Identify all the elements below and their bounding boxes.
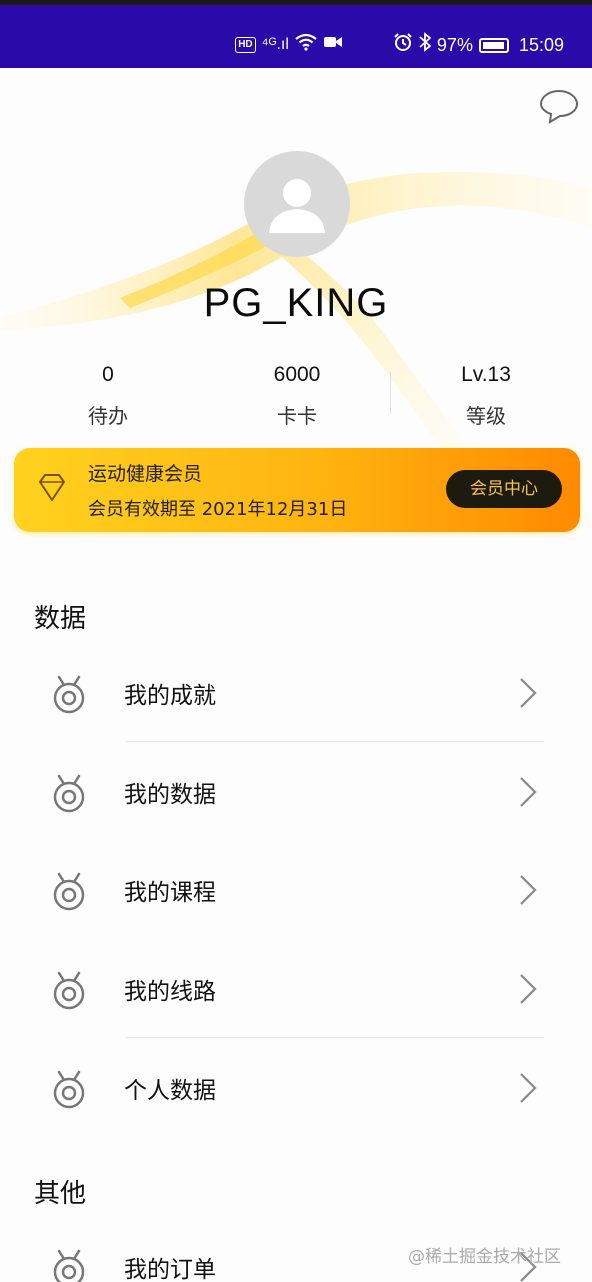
bluetooth-icon <box>419 32 432 58</box>
stat-label: 卡卡 <box>277 404 317 428</box>
wifi-icon <box>295 33 317 57</box>
stat-todo[interactable]: 0 待办 <box>28 360 188 429</box>
item-label: 我的成就 <box>124 683 216 709</box>
section-title-other: 其他 <box>34 1179 87 1209</box>
list-item-achievements[interactable]: 我的成就 <box>0 644 592 742</box>
medal-icon <box>53 971 85 1010</box>
message-icon[interactable] <box>538 88 580 124</box>
chevron-right-icon <box>520 1073 537 1103</box>
stat-label: 等级 <box>466 404 506 428</box>
list-item-personal-data[interactable]: 个人数据 <box>0 1039 592 1137</box>
video-camera-icon <box>323 35 343 55</box>
membership-title: 运动健康会员 <box>88 463 203 485</box>
chevron-right-icon <box>520 678 537 708</box>
item-label: 我的数据 <box>124 782 216 808</box>
person-icon <box>269 179 325 233</box>
diamond-icon <box>39 474 65 501</box>
stat-value: 6000 <box>273 363 321 386</box>
member-center-button[interactable]: 会员中心 <box>446 470 562 508</box>
medal-icon <box>53 774 85 813</box>
item-label: 我的线路 <box>124 979 216 1005</box>
list-divider <box>126 741 544 742</box>
chevron-right-icon <box>520 777 537 807</box>
chevron-right-icon <box>520 875 537 905</box>
stat-level[interactable]: Lv.13 等级 <box>406 360 566 429</box>
membership-expiry: 会员有效期至 2021年12月31日 <box>88 499 348 520</box>
battery-percent: 97% <box>436 35 473 55</box>
stat-label: 待办 <box>88 404 128 428</box>
list-item-courses[interactable]: 我的课程 <box>0 841 592 939</box>
clock-time: 15:09 <box>518 35 564 55</box>
stat-value: 0 <box>102 363 114 386</box>
alarm-icon <box>393 32 413 58</box>
medal-icon <box>53 872 85 911</box>
status-icons: HD ⁴ᴳ.ıl 97% 15:09 <box>235 32 564 58</box>
username: PG_KING <box>203 281 389 325</box>
stat-kaka[interactable]: 6000 卡卡 <box>217 360 377 429</box>
item-label: 我的课程 <box>124 880 216 906</box>
medal-icon <box>53 1070 85 1109</box>
stat-value: Lv.13 <box>461 363 511 386</box>
membership-card[interactable]: 运动健康会员 会员有效期至 2021年12月31日 会员中心 <box>14 448 580 532</box>
hd-icon: HD <box>235 37 256 53</box>
section-title-data: 数据 <box>34 604 87 634</box>
list-item-routes[interactable]: 我的线路 <box>0 940 592 1038</box>
list-divider <box>126 1037 544 1038</box>
list-item-my-data[interactable]: 我的数据 <box>0 743 592 841</box>
signal-icon: ⁴ᴳ.ıl <box>261 36 289 53</box>
item-label: 个人数据 <box>124 1078 216 1104</box>
avatar[interactable] <box>244 151 350 257</box>
status-bar: HD ⁴ᴳ.ıl 97% 15:09 <box>0 0 592 68</box>
status-bar-edge <box>0 0 592 5</box>
medal-icon <box>53 1249 85 1282</box>
medal-icon <box>53 675 85 714</box>
stat-divider <box>390 372 391 414</box>
battery-icon <box>478 37 509 53</box>
watermark: @稀土掘金技术社区 <box>408 1247 561 1267</box>
chevron-right-icon <box>520 974 537 1004</box>
stats-row: 0 待办 6000 卡卡 Lv.13 等级 <box>0 360 592 430</box>
item-label: 我的订单 <box>124 1257 216 1282</box>
